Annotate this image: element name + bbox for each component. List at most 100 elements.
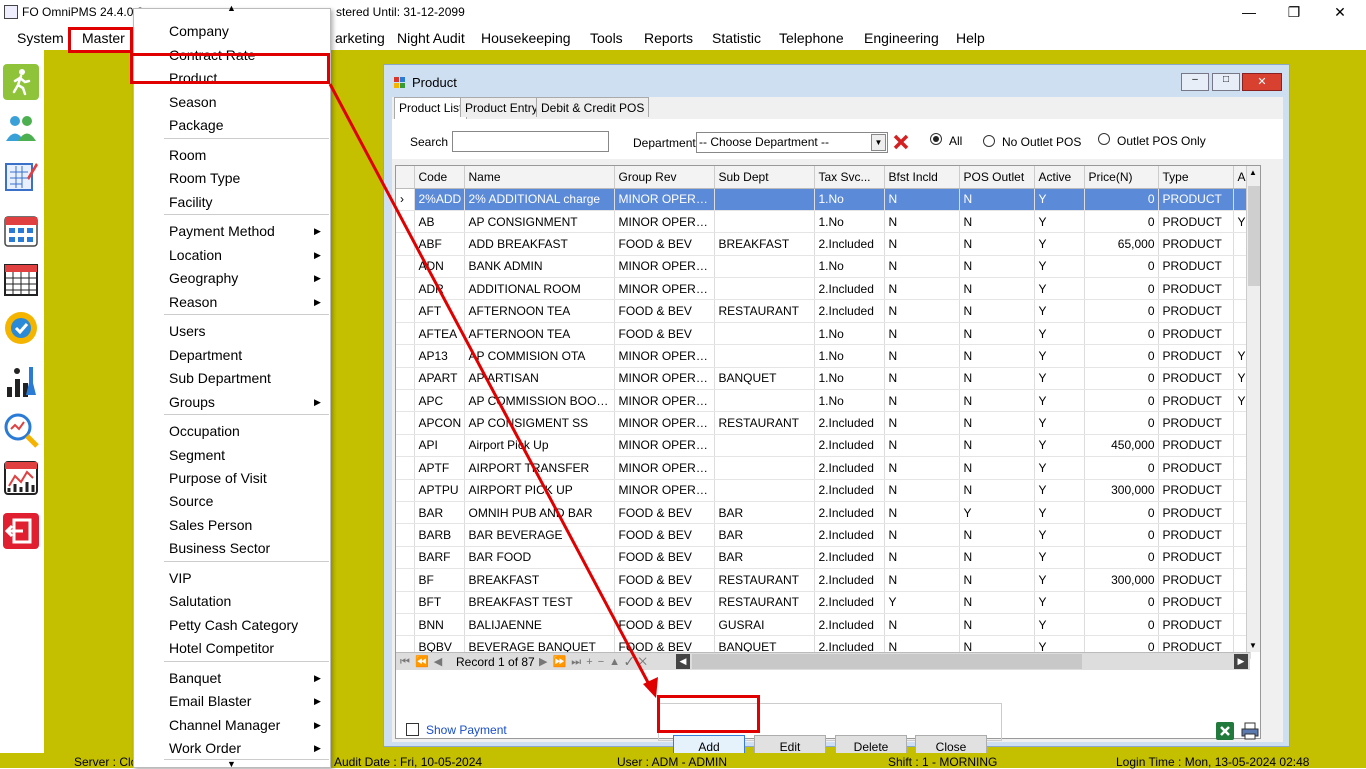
- table-cell[interactable]: Y: [1034, 232, 1085, 256]
- table-cell[interactable]: 0: [1084, 344, 1159, 368]
- calendar-2023-icon[interactable]: [3, 261, 39, 297]
- table-row[interactable]: BARB BAR BEVERAGE FOOD & BEV BAR 2.Included N…: [396, 523, 1251, 547]
- table-cell[interactable]: Y: [1034, 613, 1085, 637]
- table-cell[interactable]: 2.Included: [814, 613, 885, 637]
- table-cell[interactable]: GUSRAI: [714, 613, 815, 637]
- menu-item-contract-rate[interactable]: Contract Rate: [169, 45, 255, 65]
- table-cell[interactable]: Y: [884, 591, 960, 614]
- table-cell[interactable]: 1.No: [814, 389, 885, 413]
- search-input[interactable]: [452, 131, 609, 152]
- table-row[interactable]: APCAP COMMISSION BOOKING...MINOR OPERATI…: [396, 389, 1251, 413]
- row-indicator[interactable]: [396, 277, 415, 301]
- menu-item-department[interactable]: Department: [169, 345, 242, 365]
- show-payment-checkbox[interactable]: [406, 723, 419, 736]
- close-window-button[interactable]: ✕: [1325, 2, 1355, 22]
- table-row[interactable]: BF BREAKFAST FOOD & BEV RESTAURANT 2.Include…: [396, 568, 1251, 592]
- table-cell[interactable]: Y: [1034, 411, 1085, 435]
- table-cell[interactable]: N: [959, 232, 1035, 256]
- minimize-button[interactable]: —: [1234, 2, 1264, 22]
- table-cell[interactable]: ADDITIONAL ROOM: [464, 277, 615, 301]
- housekeeping-icon[interactable]: [3, 363, 39, 399]
- table-cell[interactable]: RESTAURANT: [714, 568, 815, 592]
- table-cell[interactable]: PRODUCT: [1158, 277, 1234, 301]
- table-cell[interactable]: AIRPORT PICK UP: [464, 479, 615, 502]
- tab-product-entry[interactable]: Product Entry: [460, 97, 543, 117]
- table-row[interactable]: APTF AIRPORT TRANSFER MINOR OPERATI... 2.In…: [396, 456, 1251, 480]
- table-cell[interactable]: [714, 188, 815, 211]
- table-cell[interactable]: PRODUCT: [1158, 344, 1234, 368]
- table-cell[interactable]: AP CONSIGNMENT: [464, 210, 615, 234]
- window-maximize-button[interactable]: □: [1212, 73, 1240, 91]
- table-cell[interactable]: 300,000: [1084, 568, 1159, 592]
- table-cell[interactable]: N: [959, 255, 1035, 279]
- table-cell[interactable]: FOOD & BEV: [614, 568, 715, 592]
- table-cell[interactable]: RESTAURANT: [714, 299, 815, 323]
- table-cell[interactable]: MINOR OPERATI...: [614, 255, 715, 279]
- users-icon[interactable]: [3, 110, 39, 146]
- table-row[interactable]: APCON AP CONSIGMENT SS MINOR OPERATI... RES…: [396, 411, 1251, 435]
- col-bfst-incld[interactable]: Bfst Incld: [884, 166, 960, 189]
- table-cell[interactable]: BARB: [414, 523, 465, 547]
- row-indicator[interactable]: [396, 434, 415, 458]
- table-row[interactable]: AP13 AP COMMISION OTA MINOR OPERATI... 1.No…: [396, 344, 1251, 368]
- table-cell[interactable]: 0: [1084, 523, 1159, 547]
- menu-item-banquet[interactable]: Banquet: [169, 668, 221, 688]
- table-cell[interactable]: AP COMMISION OTA: [464, 344, 615, 368]
- table-cell[interactable]: 1.No: [814, 255, 885, 279]
- menu-item-package[interactable]: Package: [169, 115, 223, 135]
- menu-item-segment[interactable]: Segment: [169, 445, 225, 465]
- menu-item-payment-method[interactable]: Payment Method: [169, 221, 275, 241]
- table-cell[interactable]: AP13: [414, 344, 465, 368]
- table-cell[interactable]: N: [959, 434, 1035, 458]
- table-cell[interactable]: N: [959, 210, 1035, 234]
- row-indicator[interactable]: [396, 367, 415, 391]
- table-cell[interactable]: Y: [1034, 501, 1085, 525]
- row-indicator[interactable]: [396, 568, 415, 592]
- menu-item-sales-person[interactable]: Sales Person: [169, 515, 252, 535]
- table-cell[interactable]: ADD BREAKFAST: [464, 232, 615, 256]
- table-row[interactable]: AFTEA AFTERNOON TEA FOOD & BEV 1.No N N Y 0 PROD…: [396, 322, 1251, 346]
- table-cell[interactable]: 0: [1084, 322, 1159, 346]
- col-price[interactable]: Price(N): [1084, 166, 1159, 189]
- excel-export-icon[interactable]: [1215, 721, 1235, 741]
- table-cell[interactable]: BREAKFAST TEST: [464, 591, 615, 614]
- table-cell[interactable]: 0: [1084, 188, 1159, 211]
- table-cell[interactable]: AFT: [414, 299, 465, 323]
- dropdown-scroll-up-icon[interactable]: ▲: [227, 3, 236, 13]
- table-cell[interactable]: 2.Included: [814, 523, 885, 547]
- table-cell[interactable]: PRODUCT: [1158, 322, 1234, 346]
- table-cell[interactable]: N: [959, 322, 1035, 346]
- menu-item-salutation[interactable]: Salutation: [169, 591, 231, 611]
- scroll-right-icon[interactable]: ▶: [1234, 654, 1248, 669]
- table-cell[interactable]: N: [959, 591, 1035, 614]
- table-cell[interactable]: 2.Included: [814, 568, 885, 592]
- menu-item-purpose-of-visit[interactable]: Purpose of Visit: [169, 468, 267, 488]
- table-row[interactable]: BFT BREAKFAST TEST FOOD & BEV RESTAURANT 2.I…: [396, 591, 1251, 614]
- table-row[interactable]: ADR ADDITIONAL ROOM MINOR OPERATI... 2.Incl…: [396, 277, 1251, 301]
- table-cell[interactable]: PRODUCT: [1158, 299, 1234, 323]
- table-cell[interactable]: APTPU: [414, 479, 465, 502]
- table-cell[interactable]: Y: [959, 501, 1035, 525]
- menu-marketing[interactable]: arketing: [335, 28, 385, 48]
- table-cell[interactable]: [714, 389, 815, 413]
- table-row[interactable]: BAR OMNIH PUB AND BAR FOOD & BEV BAR 2.Inclu…: [396, 501, 1251, 525]
- table-cell[interactable]: BAR: [714, 501, 815, 525]
- table-cell[interactable]: N: [884, 322, 960, 346]
- table-cell[interactable]: PRODUCT: [1158, 613, 1234, 637]
- show-payment-label[interactable]: Show Payment: [426, 723, 507, 737]
- department-select[interactable]: -- Choose Department -- ▼: [696, 132, 888, 153]
- table-cell[interactable]: Y: [1034, 546, 1085, 570]
- table-cell[interactable]: APC: [414, 389, 465, 413]
- table-cell[interactable]: PRODUCT: [1158, 546, 1234, 570]
- table-cell[interactable]: MINOR OPERATI...: [614, 456, 715, 480]
- table-cell[interactable]: Y: [1034, 434, 1085, 458]
- table-cell[interactable]: 2.Included: [814, 546, 885, 570]
- table-cell[interactable]: N: [959, 523, 1035, 547]
- window-minimize-button[interactable]: –: [1181, 73, 1209, 91]
- table-cell[interactable]: 2.Included: [814, 434, 885, 458]
- menu-item-source[interactable]: Source: [169, 491, 213, 511]
- table-cell[interactable]: N: [884, 232, 960, 256]
- print-icon[interactable]: [1240, 721, 1260, 741]
- nav-next-last-icons[interactable]: ▶ ⏩ ⏭ + − ▲ ✓ ✕: [539, 655, 648, 669]
- table-cell[interactable]: FOOD & BEV: [614, 322, 715, 346]
